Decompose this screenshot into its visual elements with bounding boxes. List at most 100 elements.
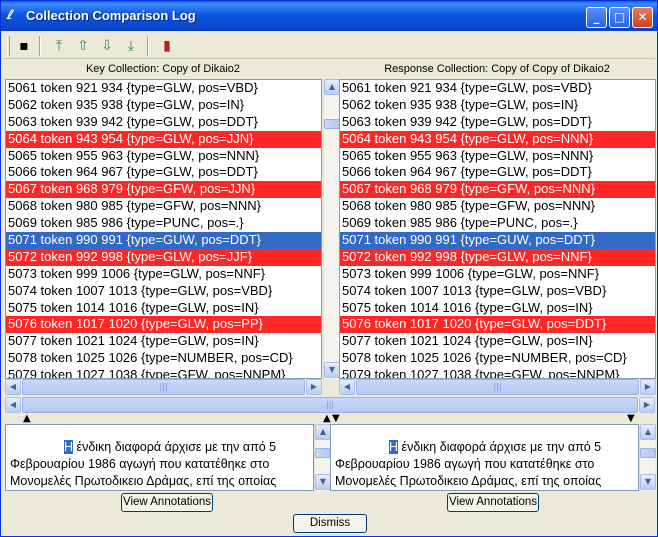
annotation-row[interactable]: 5065 token 955 963 {type=GLW, pos=NNN} <box>340 148 655 165</box>
scroll-right-icon[interactable]: ▶ <box>306 379 322 395</box>
annotation-row[interactable]: 5071 token 990 991 {type=GUW, pos=DDT} <box>6 232 321 249</box>
exit-icon: ▮ <box>163 38 171 54</box>
maximize-button[interactable]: □ <box>609 7 630 28</box>
toolbar-separator <box>147 36 149 56</box>
annotation-row[interactable]: 5063 token 939 942 {type=GLW, pos=DDT} <box>340 114 655 131</box>
move-bottom-button[interactable]: ⤓ <box>121 36 141 56</box>
response-annotation-list[interactable]: 5061 token 921 934 {type=GLW, pos=VBD} 50… <box>339 79 656 379</box>
move-up-icon: ⇧ <box>77 38 89 54</box>
annotation-row[interactable]: 5066 token 964 967 {type=GLW, pos=DDT} <box>340 164 655 181</box>
scroll-right-icon[interactable]: ▶ <box>640 379 656 395</box>
text-cursor-char: Η <box>64 440 74 454</box>
response-text-vscroll[interactable]: ▲ ▼ <box>639 424 656 491</box>
key-text-vscroll[interactable]: ▲ ▼ <box>314 424 331 491</box>
scroll-down-icon[interactable]: ▼ <box>324 362 340 378</box>
maximize-icon: □ <box>613 10 626 24</box>
annotation-row[interactable]: 5074 token 1007 1013 {type=GLW, pos=VBD} <box>6 283 321 300</box>
key-view-annotations-button[interactable]: View Annotations <box>121 493 213 512</box>
annotation-row[interactable]: 5073 token 999 1006 {type=GLW, pos=NNF} <box>340 266 655 283</box>
scroll-right-icon[interactable]: ▶ <box>639 397 655 413</box>
annotation-row[interactable]: 5061 token 921 934 {type=GLW, pos=VBD} <box>340 80 655 97</box>
scroll-up-icon[interactable]: ▲ <box>640 424 656 440</box>
title-bar[interactable]: ℓ Collection Comparison Log _ □ ✕ <box>1 1 657 31</box>
scroll-thumb[interactable]: ||| <box>22 397 638 413</box>
toolbar-grip[interactable] <box>7 36 10 56</box>
scroll-left-icon[interactable]: ◀ <box>5 397 21 413</box>
window-title: Collection Comparison Log <box>26 8 196 23</box>
annotation-row[interactable]: 5061 token 921 934 {type=GLW, pos=VBD} <box>6 80 321 97</box>
annotation-row[interactable]: 5071 token 990 991 {type=GUW, pos=DDT} <box>340 232 655 249</box>
scroll-thumb[interactable]: ||| <box>356 379 639 395</box>
scroll-thumb[interactable] <box>324 119 340 129</box>
splitter-down-icon[interactable]: ▼ <box>332 414 340 424</box>
key-list-hscroll[interactable]: ◀ ||| ▶ <box>5 379 322 395</box>
annotation-row[interactable]: 5075 token 1014 1016 {type=GLW, pos=IN} <box>6 300 321 317</box>
save-button[interactable]: ▪ <box>14 36 34 56</box>
scroll-left-icon[interactable]: ◀ <box>5 379 21 395</box>
toolbar: ▪ ⤒ ⇧ ⇩ ⤓ ▮ <box>3 32 655 59</box>
annotation-row[interactable]: 5075 token 1014 1016 {type=GLW, pos=IN} <box>340 300 655 317</box>
annotation-row[interactable]: 5068 token 980 985 {type=GFW, pos=NNN} <box>340 198 655 215</box>
move-down-button[interactable]: ⇩ <box>97 36 117 56</box>
response-list-hscroll[interactable]: ◀ ||| ▶ <box>339 379 656 395</box>
annotation-row[interactable]: 5069 token 985 986 {type=PUNC, pos=.} <box>6 215 321 232</box>
annotation-row[interactable]: 5079 token 1027 1038 {type=GFW, pos=NNPM… <box>340 367 655 378</box>
scroll-up-icon[interactable]: ▲ <box>324 79 340 95</box>
move-up-button[interactable]: ⇧ <box>73 36 93 56</box>
scroll-left-icon[interactable]: ◀ <box>339 379 355 395</box>
scroll-thumb[interactable] <box>640 448 656 458</box>
move-top-icon: ⤒ <box>55 38 63 54</box>
annotation-row[interactable]: 5068 token 980 985 {type=GFW, pos=NNN} <box>6 198 321 215</box>
move-top-button[interactable]: ⤒ <box>49 36 69 56</box>
key-collection-title: Key Collection: Copy of Dikaio2 <box>85 63 241 75</box>
annotation-row[interactable]: 5074 token 1007 1013 {type=GLW, pos=VBD} <box>340 283 655 300</box>
scroll-thumb[interactable]: ||| <box>22 379 305 395</box>
minimize-icon: _ <box>593 10 600 24</box>
save-icon: ▪ <box>19 38 29 54</box>
annotation-row[interactable]: 5072 token 992 998 {type=GLW, pos=NNF} <box>340 248 655 266</box>
annotation-row[interactable]: 5069 token 985 986 {type=PUNC, pos=.} <box>340 215 655 232</box>
move-down-icon: ⇩ <box>101 38 113 54</box>
splitter-up-icon[interactable]: ▲ <box>23 414 31 424</box>
scroll-down-icon[interactable]: ▼ <box>640 474 656 490</box>
response-document-text[interactable]: Η ένδικη διαφορά άρχισε με την από 5 Φεβ… <box>330 424 639 491</box>
toolbar-separator <box>39 36 41 56</box>
annotation-row[interactable]: 5066 token 964 967 {type=GLW, pos=DDT} <box>6 164 321 181</box>
shared-hscroll[interactable]: ◀ ||| ▶ <box>5 397 655 413</box>
response-collection-title: Response Collection: Copy of Copy of Dik… <box>384 63 610 75</box>
annotation-row[interactable]: 5067 token 968 979 {type=GFW, pos=JJN} <box>6 181 321 199</box>
splitter-up-icon[interactable]: ▲ <box>323 414 331 424</box>
scroll-down-icon[interactable]: ▼ <box>315 474 331 490</box>
annotation-row[interactable]: 5062 token 935 938 {type=GLW, pos=IN} <box>6 97 321 114</box>
key-list-vscroll[interactable]: ▲ ▼ <box>323 79 340 379</box>
close-icon: ✕ <box>637 10 648 24</box>
annotation-row[interactable]: 5078 token 1025 1026 {type=NUMBER, pos=C… <box>6 350 321 367</box>
annotation-row[interactable]: 5079 token 1027 1038 {type=GFW, pos=NNPM… <box>6 367 321 378</box>
dismiss-button[interactable]: Dismiss <box>293 514 367 533</box>
text-cursor-char: Η <box>389 440 399 454</box>
annotation-row[interactable]: 5064 token 943 954 {type=GLW, pos=NNN} <box>340 130 655 148</box>
feather-icon: ℓ <box>5 8 16 23</box>
annotation-row[interactable]: 5064 token 943 954 {type=GLW, pos=JJN} <box>6 130 321 148</box>
exit-button[interactable]: ▮ <box>157 36 177 56</box>
annotation-row[interactable]: 5065 token 955 963 {type=GLW, pos=NNN} <box>6 148 321 165</box>
splitter-down-icon[interactable]: ▼ <box>627 414 635 424</box>
annotation-row[interactable]: 5063 token 939 942 {type=GLW, pos=DDT} <box>6 114 321 131</box>
response-view-annotations-button[interactable]: View Annotations <box>447 493 539 512</box>
annotation-row[interactable]: 5077 token 1021 1024 {type=GLW, pos=IN} <box>340 333 655 350</box>
close-button[interactable]: ✕ <box>632 7 653 28</box>
key-document-text[interactable]: Η ένδικη διαφορά άρχισε με την από 5 Φεβ… <box>5 424 314 491</box>
scroll-up-icon[interactable]: ▲ <box>315 424 331 440</box>
annotation-row[interactable]: 5062 token 935 938 {type=GLW, pos=IN} <box>340 97 655 114</box>
key-annotation-list[interactable]: 5061 token 921 934 {type=GLW, pos=VBD} 50… <box>5 79 322 379</box>
annotation-row[interactable]: 5067 token 968 979 {type=GFW, pos=NNN} <box>340 181 655 199</box>
scroll-thumb[interactable] <box>315 448 331 458</box>
comparison-log-window: ℓ Collection Comparison Log _ □ ✕ ▪ ⤒ ⇧ … <box>0 0 658 537</box>
annotation-row[interactable]: 5076 token 1017 1020 {type=GLW, pos=PP} <box>6 316 321 334</box>
annotation-row[interactable]: 5073 token 999 1006 {type=GLW, pos=NNF} <box>6 266 321 283</box>
minimize-button[interactable]: _ <box>586 7 607 28</box>
annotation-row[interactable]: 5072 token 992 998 {type=GLW, pos=JJF} <box>6 248 321 266</box>
annotation-row[interactable]: 5076 token 1017 1020 {type=GLW, pos=DDT} <box>340 316 655 334</box>
annotation-row[interactable]: 5077 token 1021 1024 {type=GLW, pos=IN} <box>6 333 321 350</box>
annotation-row[interactable]: 5078 token 1025 1026 {type=NUMBER, pos=C… <box>340 350 655 367</box>
